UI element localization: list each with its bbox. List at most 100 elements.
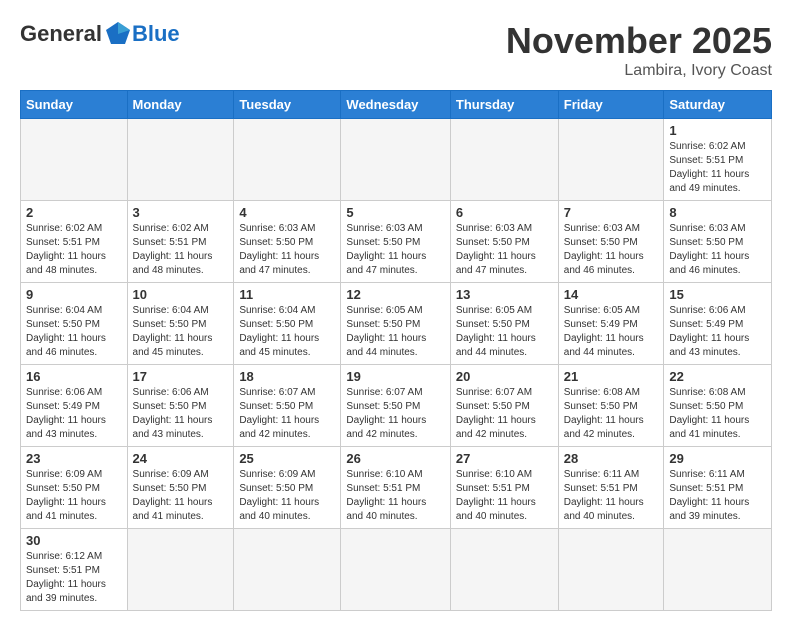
day-number: 20 [456,369,553,384]
calendar-cell: 7 Sunrise: 6:03 AM Sunset: 5:50 PM Daylig… [558,201,664,283]
day-info: Sunrise: 6:03 AM Sunset: 5:50 PM Dayligh… [669,222,766,278]
day-number: 21 [564,369,659,384]
weekday-header-tuesday: Tuesday [234,91,341,119]
calendar-cell: 22Sunrise: 6:08 AM Sunset: 5:50 PM Dayli… [664,365,772,447]
day-number: 28 [564,451,659,466]
day-info: Sunrise: 6:05 AM Sunset: 5:50 PM Dayligh… [456,304,553,360]
weekday-header-wednesday: Wednesday [341,91,450,119]
calendar-cell: 11 Sunrise: 6:04 AM Sunset: 5:50 PM Dayli… [234,283,341,365]
calendar-table: SundayMondayTuesdayWednesdayThursdayFrid… [20,90,772,611]
month-title: November 2025 [506,20,772,62]
day-info: Sunrise: 6:02 AM Sunset: 5:51 PM Dayligh… [26,222,122,278]
weekday-header-saturday: Saturday [664,91,772,119]
logo-general-text: General [20,21,102,47]
logo-icon [104,20,132,48]
calendar-cell: 9Sunrise: 6:04 AM Sunset: 5:50 PM Daylig… [21,283,128,365]
day-number: 10 [133,287,229,302]
day-number: 25 [239,451,335,466]
calendar-cell: 18 Sunrise: 6:07 AM Sunset: 5:50 PM Dayli… [234,365,341,447]
day-number: 18 [239,369,335,384]
day-info: Sunrise: 6:03 AM Sunset: 5:50 PM Dayligh… [564,222,659,278]
calendar-cell [21,119,128,201]
calendar-cell: 23Sunrise: 6:09 AM Sunset: 5:50 PM Dayli… [21,447,128,529]
calendar-cell [664,529,772,611]
day-info: Sunrise: 6:08 AM Sunset: 5:50 PM Dayligh… [669,386,766,442]
day-number: 15 [669,287,766,302]
logo: General Blue [20,20,180,48]
day-info: Sunrise: 6:04 AM Sunset: 5:50 PM Dayligh… [133,304,229,360]
calendar-cell [127,529,234,611]
week-row-4: 23 Sunrise: 6:09 AM Sunset: 5:50 PM Dayli… [21,447,772,529]
day-info: Sunrise: 6:04 AM Sunset: 5:50 PM Dayligh… [26,304,122,360]
day-info: Sunrise: 6:05 AM Sunset: 5:49 PM Dayligh… [564,304,659,360]
day-info: Sunrise: 6:03 AM Sunset: 5:50 PM Dayligh… [456,222,553,278]
day-info: Sunrise: 6:07 AM Sunset: 5:50 PM Dayligh… [346,386,444,442]
day-info: Sunrise: 6:07 AM Sunset: 5:50 PM Dayligh… [456,386,553,442]
day-number: 30 [26,533,122,548]
week-row-3: 16 Sunrise: 6:06 AM Sunset: 5:49 PM Dayli… [21,365,772,447]
day-number: 6 [456,205,553,220]
calendar-cell: 3 Sunrise: 6:02 AM Sunset: 5:51 PM Daylig… [127,201,234,283]
logo-area: General Blue [20,20,180,48]
day-info: Sunrise: 6:05 AM Sunset: 5:50 PM Dayligh… [346,304,444,360]
calendar-cell: 8Sunrise: 6:03 AM Sunset: 5:50 PM Daylig… [664,201,772,283]
day-info: Sunrise: 6:07 AM Sunset: 5:50 PM Dayligh… [239,386,335,442]
calendar-cell: 29Sunrise: 6:11 AM Sunset: 5:51 PM Dayli… [664,447,772,529]
calendar-cell: 5 Sunrise: 6:03 AM Sunset: 5:50 PM Daylig… [341,201,450,283]
day-number: 13 [456,287,553,302]
calendar-cell: 24 Sunrise: 6:09 AM Sunset: 5:50 PM Dayli… [127,447,234,529]
calendar-cell [558,119,664,201]
calendar-cell: 2 Sunrise: 6:02 AM Sunset: 5:51 PM Daylig… [21,201,128,283]
day-number: 3 [133,205,229,220]
day-info: Sunrise: 6:03 AM Sunset: 5:50 PM Dayligh… [346,222,444,278]
day-info: Sunrise: 6:12 AM Sunset: 5:51 PM Dayligh… [26,550,122,606]
day-number: 12 [346,287,444,302]
header: General Blue November 2025 Lambira, Ivor… [20,20,772,80]
day-number: 5 [346,205,444,220]
logo-blue-text: Blue [132,21,180,47]
day-number: 29 [669,451,766,466]
calendar-cell [558,529,664,611]
day-number: 23 [26,451,122,466]
calendar-cell: 17Sunrise: 6:06 AM Sunset: 5:50 PM Dayli… [127,365,234,447]
day-info: Sunrise: 6:06 AM Sunset: 5:49 PM Dayligh… [669,304,766,360]
week-row-1: 2 Sunrise: 6:02 AM Sunset: 5:51 PM Daylig… [21,201,772,283]
day-info: Sunrise: 6:03 AM Sunset: 5:50 PM Dayligh… [239,222,335,278]
day-info: Sunrise: 6:10 AM Sunset: 5:51 PM Dayligh… [346,468,444,524]
week-row-0: 1Sunrise: 6:02 AM Sunset: 5:51 PM Daylig… [21,119,772,201]
calendar-cell: 30 Sunrise: 6:12 AM Sunset: 5:51 PM Dayli… [21,529,128,611]
calendar-cell: 20 Sunrise: 6:07 AM Sunset: 5:50 PM Dayli… [450,365,558,447]
calendar-cell: 25 Sunrise: 6:09 AM Sunset: 5:50 PM Dayli… [234,447,341,529]
calendar-cell: 28Sunrise: 6:11 AM Sunset: 5:51 PM Dayli… [558,447,664,529]
day-info: Sunrise: 6:06 AM Sunset: 5:50 PM Dayligh… [133,386,229,442]
day-number: 11 [239,287,335,302]
calendar-cell [341,119,450,201]
day-number: 4 [239,205,335,220]
day-number: 16 [26,369,122,384]
day-info: Sunrise: 6:02 AM Sunset: 5:51 PM Dayligh… [133,222,229,278]
day-info: Sunrise: 6:08 AM Sunset: 5:50 PM Dayligh… [564,386,659,442]
calendar-cell: 27Sunrise: 6:10 AM Sunset: 5:51 PM Dayli… [450,447,558,529]
day-number: 24 [133,451,229,466]
day-number: 26 [346,451,444,466]
calendar-cell: 10 Sunrise: 6:04 AM Sunset: 5:50 PM Dayli… [127,283,234,365]
day-info: Sunrise: 6:02 AM Sunset: 5:51 PM Dayligh… [669,140,766,196]
day-info: Sunrise: 6:04 AM Sunset: 5:50 PM Dayligh… [239,304,335,360]
calendar-cell: 4 Sunrise: 6:03 AM Sunset: 5:50 PM Daylig… [234,201,341,283]
calendar-cell [234,529,341,611]
calendar-cell: 12 Sunrise: 6:05 AM Sunset: 5:50 PM Dayli… [341,283,450,365]
day-number: 19 [346,369,444,384]
calendar-cell: 14 Sunrise: 6:05 AM Sunset: 5:49 PM Dayli… [558,283,664,365]
title-area: November 2025 Lambira, Ivory Coast [506,20,772,80]
weekday-header-friday: Friday [558,91,664,119]
day-info: Sunrise: 6:09 AM Sunset: 5:50 PM Dayligh… [133,468,229,524]
day-number: 2 [26,205,122,220]
day-info: Sunrise: 6:06 AM Sunset: 5:49 PM Dayligh… [26,386,122,442]
day-info: Sunrise: 6:09 AM Sunset: 5:50 PM Dayligh… [239,468,335,524]
calendar-cell [341,529,450,611]
calendar-cell: 1Sunrise: 6:02 AM Sunset: 5:51 PM Daylig… [664,119,772,201]
weekday-header-row: SundayMondayTuesdayWednesdayThursdayFrid… [21,91,772,119]
calendar-cell: 19 Sunrise: 6:07 AM Sunset: 5:50 PM Dayli… [341,365,450,447]
day-number: 14 [564,287,659,302]
day-number: 7 [564,205,659,220]
